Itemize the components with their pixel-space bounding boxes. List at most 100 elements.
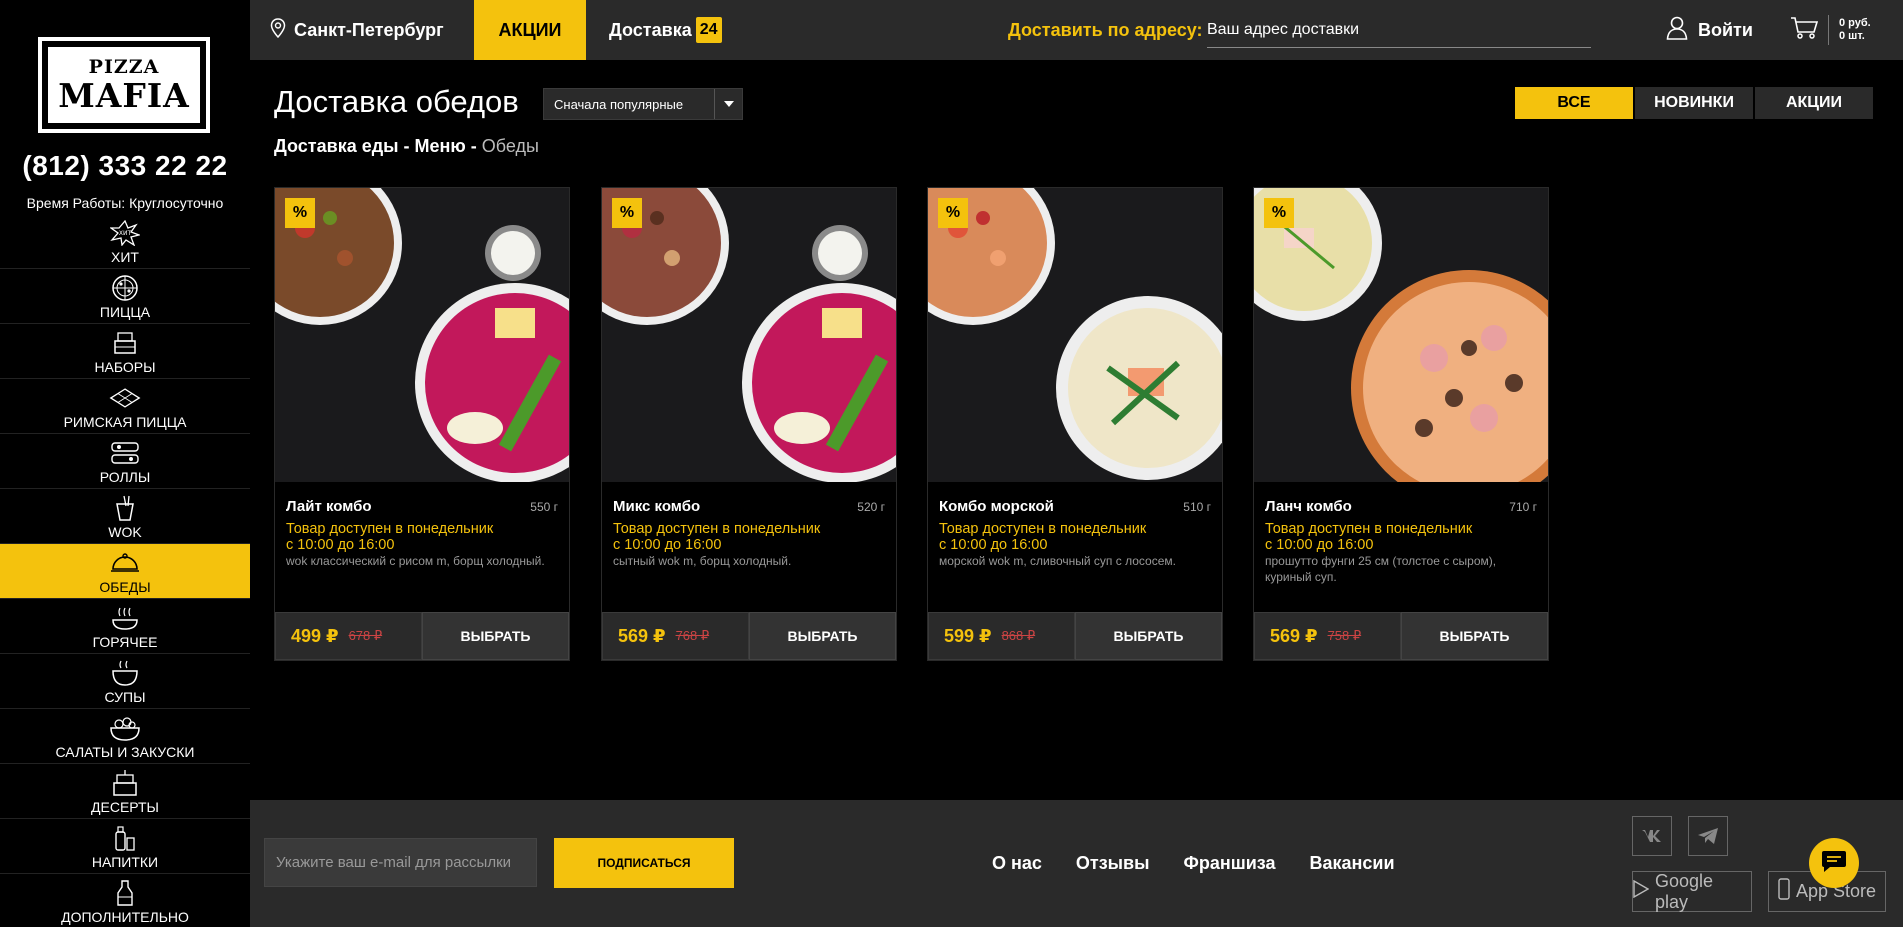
product-image[interactable]: % bbox=[928, 188, 1222, 482]
product-card-sea-combo[interactable]: % Комбо морской 510 г Товар доступен в п… bbox=[927, 187, 1223, 661]
nav-label: Римская пицца bbox=[63, 414, 187, 430]
hot-dish-icon bbox=[109, 603, 141, 633]
vk-icon[interactable] bbox=[1632, 816, 1672, 856]
product-description: морской wok m, сливочный суп с лососем. bbox=[939, 554, 1176, 568]
product-image[interactable]: % bbox=[602, 188, 896, 482]
city-selector[interactable]: Санкт-Петербург bbox=[270, 0, 444, 60]
sidebar: PIZZA MAFIA (812) 333 22 22 Время Работы… bbox=[0, 0, 250, 927]
delivery-24-badge: 24 bbox=[695, 17, 722, 43]
city-name: Санкт-Петербург bbox=[294, 19, 444, 40]
filter-new[interactable]: НОВИНКИ bbox=[1635, 87, 1753, 119]
nav-item-extra[interactable]: Дополнительно bbox=[0, 873, 250, 927]
sort-value: Сначала популярные bbox=[554, 96, 684, 112]
product-name: Комбо морской bbox=[939, 498, 1054, 515]
category-nav: ХИТ Хит Пицца Наборы Римская пицца Роллы bbox=[0, 213, 250, 927]
availability-time: с 10:00 до 16:00 bbox=[613, 537, 722, 553]
logo-text-bottom: MAFIA bbox=[58, 76, 190, 115]
footer-link-about[interactable]: О нас bbox=[992, 853, 1042, 874]
chevron-down-icon[interactable] bbox=[714, 89, 742, 119]
product-weight: 510 г bbox=[1183, 500, 1211, 514]
phone-number[interactable]: (812) 333 22 22 bbox=[0, 150, 250, 182]
nav-item-lunch[interactable]: Обеды bbox=[0, 543, 250, 598]
footer-link-reviews[interactable]: Отзывы bbox=[1076, 853, 1150, 874]
breadcrumb-food-delivery[interactable]: Доставка еды bbox=[274, 136, 399, 156]
filter-all[interactable]: ВСЕ bbox=[1515, 87, 1633, 119]
breadcrumb-separator: - bbox=[465, 136, 482, 156]
cart-sum: 0 руб. bbox=[1839, 17, 1871, 29]
roman-pizza-icon bbox=[109, 383, 141, 413]
nav-item-rolls[interactable]: Роллы bbox=[0, 433, 250, 488]
discount-badge: % bbox=[285, 198, 315, 228]
cart-button[interactable]: 0 руб. 0 шт. bbox=[1790, 0, 1871, 60]
product-availability: Товар доступен в понедельник с 10:00 до … bbox=[1265, 521, 1540, 553]
product-card-mix-combo[interactable]: % Микс комбо 520 г Товар доступен в поне… bbox=[601, 187, 897, 661]
cart-icon bbox=[1790, 16, 1819, 45]
nav-item-soups[interactable]: Супы bbox=[0, 653, 250, 708]
nav-label: Пицца bbox=[99, 304, 151, 320]
product-description: прошутто фунги 25 см (толстое с сыром), … bbox=[1265, 554, 1497, 584]
hit-icon: ХИТ bbox=[109, 218, 141, 248]
product-weight: 710 г bbox=[1509, 500, 1537, 514]
availability-day: Товар доступен в понедельник bbox=[613, 521, 821, 537]
select-button[interactable]: ВЫБРАТЬ bbox=[1401, 612, 1548, 660]
discount-badge: % bbox=[1264, 198, 1294, 228]
availability-time: с 10:00 до 16:00 bbox=[286, 537, 395, 553]
select-button[interactable]: ВЫБРАТЬ bbox=[1075, 612, 1222, 660]
pizza-mafia-logo[interactable]: PIZZA MAFIA bbox=[38, 37, 210, 133]
nav-item-desserts[interactable]: Десерты bbox=[0, 763, 250, 818]
dessert-icon bbox=[109, 768, 141, 798]
product-image[interactable]: % bbox=[275, 188, 569, 482]
play-triangle-icon bbox=[1633, 879, 1650, 903]
chat-button[interactable] bbox=[1809, 838, 1859, 888]
subscribe-button[interactable]: Подписаться bbox=[554, 838, 734, 888]
select-button[interactable]: ВЫБРАТЬ bbox=[422, 612, 569, 660]
availability-time: с 10:00 до 16:00 bbox=[939, 537, 1048, 553]
nav-item-pizza[interactable]: Пицца bbox=[0, 268, 250, 323]
location-pin-icon bbox=[270, 17, 286, 43]
nav-label: Наборы bbox=[94, 359, 156, 375]
nav-item-roman-pizza[interactable]: Римская пицца bbox=[0, 378, 250, 433]
google-play-badge[interactable]: Google play bbox=[1632, 871, 1752, 912]
logo-text-top: PIZZA bbox=[88, 56, 160, 78]
telegram-icon[interactable] bbox=[1688, 816, 1728, 856]
price-box: 599 ₽ 868 ₽ bbox=[928, 612, 1075, 660]
product-card-light-combo[interactable]: % Лайт комбо 550 г Товар доступен в поне… bbox=[274, 187, 570, 661]
product-price: 569 ₽ bbox=[618, 625, 666, 646]
product-old-price: 758 ₽ bbox=[1327, 628, 1362, 643]
login-button[interactable]: Войти bbox=[1666, 0, 1753, 60]
pizza-icon bbox=[109, 273, 141, 303]
select-button[interactable]: ВЫБРАТЬ bbox=[749, 612, 896, 660]
nav-item-sets[interactable]: Наборы bbox=[0, 323, 250, 378]
nav-item-hit[interactable]: ХИТ Хит bbox=[0, 213, 250, 268]
product-name: Ланч комбо bbox=[1265, 498, 1352, 515]
svg-text:ХИТ: ХИТ bbox=[119, 230, 132, 237]
login-label: Войти bbox=[1698, 19, 1753, 40]
footer-link-vacancies[interactable]: Вакансии bbox=[1310, 853, 1395, 874]
sort-select[interactable]: Сначала популярные bbox=[543, 88, 743, 120]
page-title: Доставка обедов bbox=[274, 84, 519, 119]
top-header: Санкт-Петербург АКЦИИ Доставка 24 Достав… bbox=[250, 0, 1903, 60]
product-card-lunch-combo[interactable]: % Ланч комбо 710 г Товар доступен в поне… bbox=[1253, 187, 1549, 661]
footer-links: О нас Отзывы Франшиза Вакансии bbox=[992, 800, 1395, 927]
product-image[interactable]: % bbox=[1254, 188, 1548, 482]
delivery-link[interactable]: Доставка 24 bbox=[609, 0, 722, 60]
nav-label: WOK bbox=[108, 524, 142, 540]
price-box: 499 ₽ 678 ₽ bbox=[275, 612, 422, 660]
nav-item-hot[interactable]: Горячее bbox=[0, 598, 250, 653]
nav-item-drinks[interactable]: Напитки bbox=[0, 818, 250, 873]
product-description: wok классический с рисом m, борщ холодны… bbox=[286, 554, 545, 568]
newsletter-email-input[interactable] bbox=[264, 838, 537, 887]
product-description: сытный wok m, борщ холодный. bbox=[613, 554, 792, 568]
filter-promo[interactable]: АКЦИИ bbox=[1755, 87, 1873, 119]
product-footer: 499 ₽ 678 ₽ ВЫБРАТЬ bbox=[275, 612, 569, 660]
nav-item-wok[interactable]: WOK bbox=[0, 488, 250, 543]
address-input[interactable] bbox=[1207, 14, 1591, 48]
footer-link-franchise[interactable]: Франшиза bbox=[1183, 853, 1275, 874]
promo-link[interactable]: АКЦИИ bbox=[474, 0, 586, 60]
lunch-cloche-icon bbox=[109, 548, 141, 578]
nav-item-salads[interactable]: Салаты и закуски bbox=[0, 708, 250, 763]
breadcrumb-menu[interactable]: Меню bbox=[415, 136, 466, 156]
user-icon bbox=[1666, 16, 1688, 45]
product-name: Микс комбо bbox=[613, 498, 701, 515]
sets-icon bbox=[109, 328, 141, 358]
